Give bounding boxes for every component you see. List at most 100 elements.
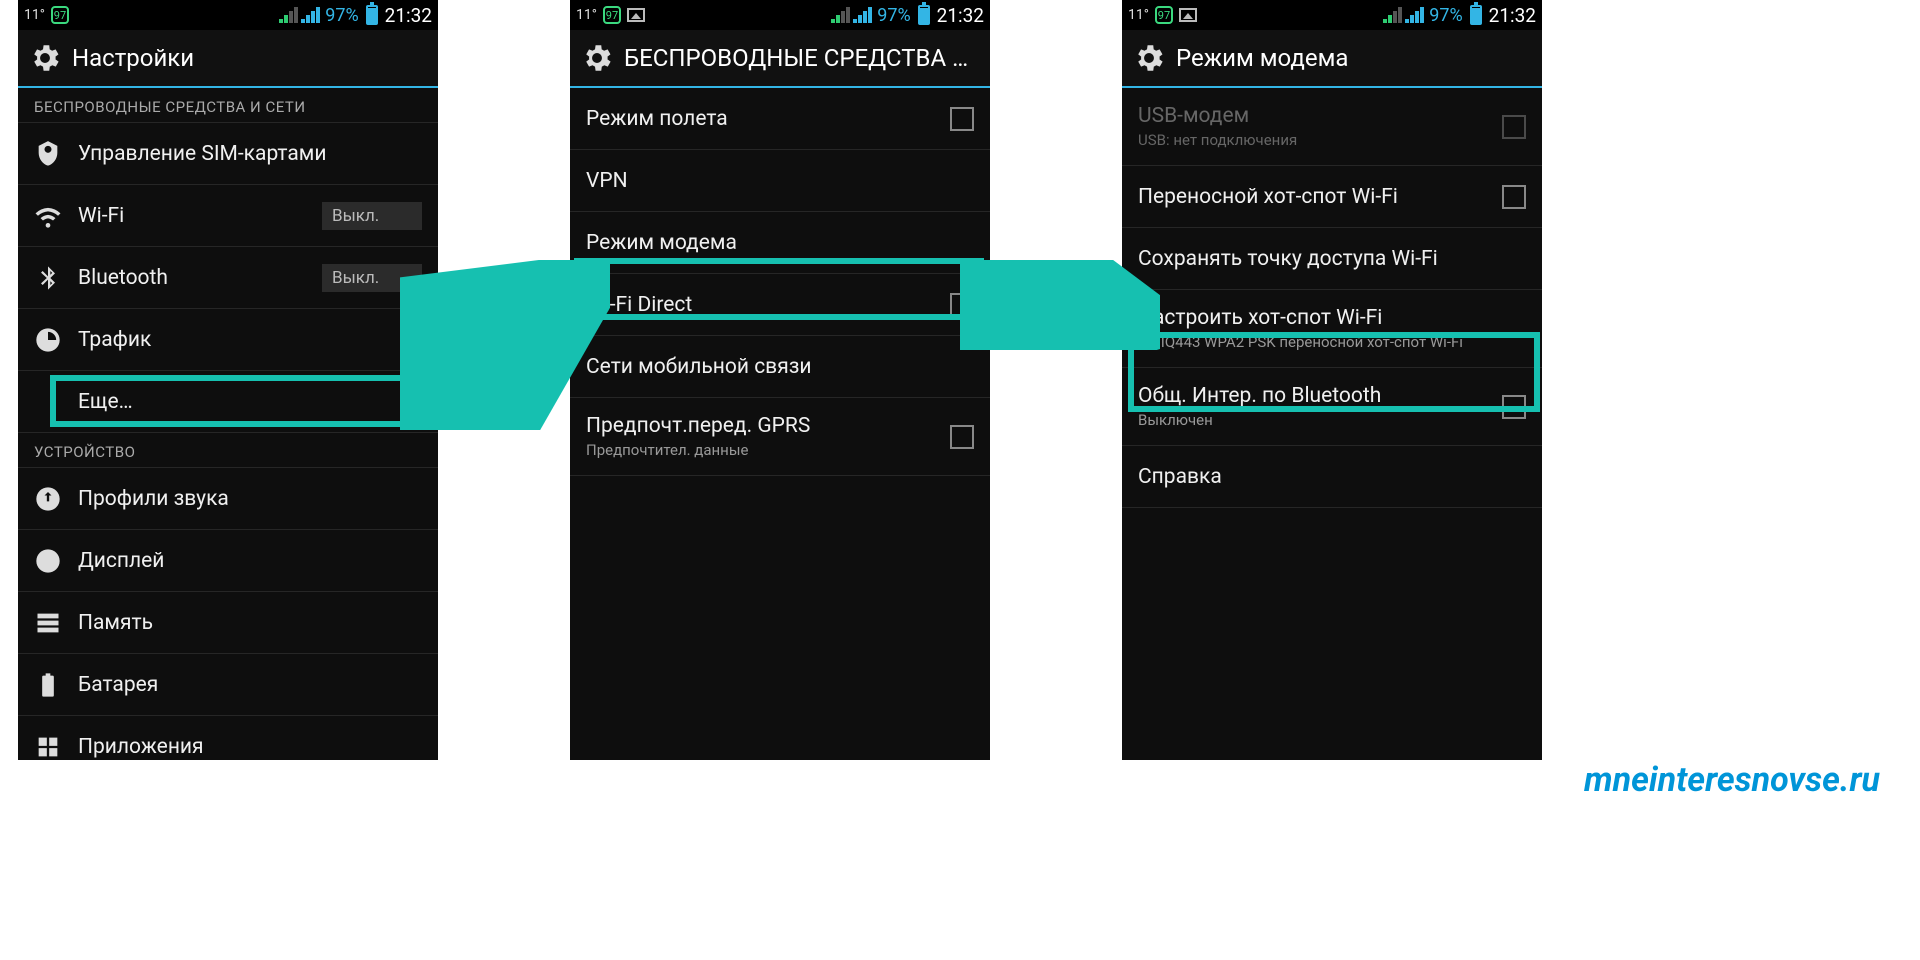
section-device-header: УСТРОЙСТВО: [18, 433, 438, 468]
row-label: Режим модема: [586, 231, 974, 255]
sound-profiles-icon: [34, 485, 62, 513]
checkbox: [1502, 115, 1526, 139]
row-wifi-direct[interactable]: Wi-Fi Direct: [570, 274, 990, 336]
settings-gear-icon: [1132, 41, 1166, 75]
battery-menu-icon: [34, 671, 62, 699]
row-label: Приложения: [78, 735, 422, 759]
signal-sim2-icon: [301, 7, 320, 23]
status-time: 21:32: [1489, 4, 1536, 27]
row-label: Переносной хот-спот Wi-Fi: [1138, 185, 1486, 209]
row-label: Предпочт.перед. GPRS: [586, 414, 810, 438]
signal-sim2-icon: [853, 7, 872, 23]
row-label: USB-модем: [1138, 104, 1297, 128]
signal-sim1-icon: [279, 7, 298, 23]
row-label: Bluetooth: [78, 266, 306, 290]
row-vpn[interactable]: VPN: [570, 150, 990, 212]
status-battery-percent: 97%: [1429, 5, 1462, 26]
checkbox[interactable]: [1502, 395, 1526, 419]
row-label: Режим полета: [586, 107, 934, 131]
wifi-toggle[interactable]: Выкл.: [322, 202, 422, 230]
row-gprs-pref[interactable]: Предпочт.перед. GPRS Предпочтител. данны…: [570, 398, 990, 476]
row-display[interactable]: Дисплей: [18, 530, 438, 592]
status-time: 21:32: [937, 4, 984, 27]
row-bluetooth[interactable]: Bluetooth Выкл.: [18, 247, 438, 309]
page-title: Режим модема: [1176, 44, 1348, 72]
row-label: Сохранять точку доступа Wi-Fi: [1138, 247, 1526, 271]
row-tethering[interactable]: Режим модема: [570, 212, 990, 274]
row-label: Настроить хот-спот Wi-Fi: [1138, 306, 1463, 330]
status-bar: 11° 97 97% 21:32: [570, 0, 990, 30]
row-label: Трафик: [78, 328, 422, 352]
bluetooth-toggle[interactable]: Выкл.: [322, 264, 422, 292]
row-more[interactable]: Еще…: [18, 371, 438, 433]
screenshot-saved-icon: [1179, 8, 1197, 22]
phone-screenshot-1: 11° 97 97% 21:32 Настройки БЕСПРОВОДНЫЕ …: [18, 0, 438, 760]
row-battery[interactable]: Батарея: [18, 654, 438, 716]
status-temp: 11°: [576, 7, 597, 23]
checkbox[interactable]: [950, 107, 974, 131]
section-wireless-header: БЕСПРОВОДНЫЕ СРЕДСТВА И СЕТИ: [18, 88, 438, 123]
row-keep-hotspot[interactable]: Сохранять точку доступа Wi-Fi: [1122, 228, 1542, 290]
page-title: Настройки: [72, 44, 194, 72]
signal-sim1-icon: [1383, 7, 1402, 23]
row-usb-modem: USB-модем USB: нет подключения: [1122, 88, 1542, 166]
row-sound[interactable]: Профили звука: [18, 468, 438, 530]
apps-icon: [34, 733, 62, 761]
screenshot-saved-icon: [627, 8, 645, 22]
row-label: Общ. Интер. по Bluetooth: [1138, 384, 1381, 408]
phone-screenshot-3: 11° 97 97% 21:32 Режим модема USB-модем …: [1122, 0, 1542, 760]
wifi-icon: [34, 202, 62, 230]
row-label: Сети мобильной связи: [586, 355, 974, 379]
data-usage-icon: [34, 326, 62, 354]
checkbox[interactable]: [950, 293, 974, 317]
watermark-text: mneinteresnovse.ru: [1584, 760, 1880, 800]
status-bar: 11° 97 97% 21:32: [18, 0, 438, 30]
signal-sim1-icon: [831, 7, 850, 23]
row-bluetooth-tether[interactable]: Общ. Интер. по Bluetooth Выключен: [1122, 368, 1542, 446]
checkbox[interactable]: [950, 425, 974, 449]
blank-icon: [34, 388, 62, 416]
row-sublabel: Выключен: [1138, 411, 1381, 429]
row-memory[interactable]: Память: [18, 592, 438, 654]
status-time: 21:32: [385, 4, 432, 27]
row-label: Wi-Fi Direct: [586, 293, 934, 317]
title-bar: Настройки: [18, 30, 438, 88]
row-apps[interactable]: Приложения: [18, 716, 438, 760]
row-sim-management[interactable]: Управление SIM-картами: [18, 123, 438, 185]
row-airplane[interactable]: Режим полета: [570, 88, 990, 150]
title-bar: Режим модема: [1122, 30, 1542, 88]
battery-icon: [366, 5, 378, 25]
settings-gear-icon: [28, 41, 62, 75]
row-label: Wi-Fi: [78, 204, 306, 228]
battery-icon: [918, 5, 930, 25]
signal-sim2-icon: [1405, 7, 1424, 23]
row-help[interactable]: Справка: [1122, 446, 1542, 508]
row-mobile-networks[interactable]: Сети мобильной связи: [570, 336, 990, 398]
row-wifi[interactable]: Wi-Fi Выкл.: [18, 185, 438, 247]
row-label: Память: [78, 611, 422, 635]
row-label: Дисплей: [78, 549, 422, 573]
title-bar: БЕСПРОВОДНЫЕ СРЕДСТВА И СЕ…: [570, 30, 990, 88]
phone-screenshot-2: 11° 97 97% 21:32 БЕСПРОВОДНЫЕ СРЕДСТВА И…: [570, 0, 990, 760]
row-label: Еще…: [78, 390, 422, 414]
settings-gear-icon: [580, 41, 614, 75]
row-configure-hotspot[interactable]: Настроить хот-спот Wi-Fi Fly IQ443 WPA2 …: [1122, 290, 1542, 368]
tutorial-composite: 11° 97 97% 21:32 Настройки БЕСПРОВОДНЫЕ …: [0, 0, 1920, 960]
row-traffic[interactable]: Трафик: [18, 309, 438, 371]
row-label: Батарея: [78, 673, 422, 697]
row-portable-hotspot[interactable]: Переносной хот-спот Wi-Fi: [1122, 166, 1542, 228]
row-label: VPN: [586, 169, 974, 193]
battery-icon: [1470, 5, 1482, 25]
status-temp: 11°: [1128, 7, 1149, 23]
row-label: Справка: [1138, 465, 1526, 489]
status-battery-percent: 97%: [325, 5, 358, 26]
status-badge-icon: 97: [603, 6, 621, 24]
page-title: БЕСПРОВОДНЫЕ СРЕДСТВА И СЕ…: [624, 44, 980, 72]
checkbox[interactable]: [1502, 185, 1526, 209]
row-label: Профили звука: [78, 487, 422, 511]
display-icon: [34, 547, 62, 575]
row-sublabel: Fly IQ443 WPA2 PSK переносной хот-спот W…: [1138, 333, 1463, 351]
storage-icon: [34, 609, 62, 637]
bluetooth-icon: [34, 264, 62, 292]
status-badge-icon: 97: [1155, 6, 1173, 24]
